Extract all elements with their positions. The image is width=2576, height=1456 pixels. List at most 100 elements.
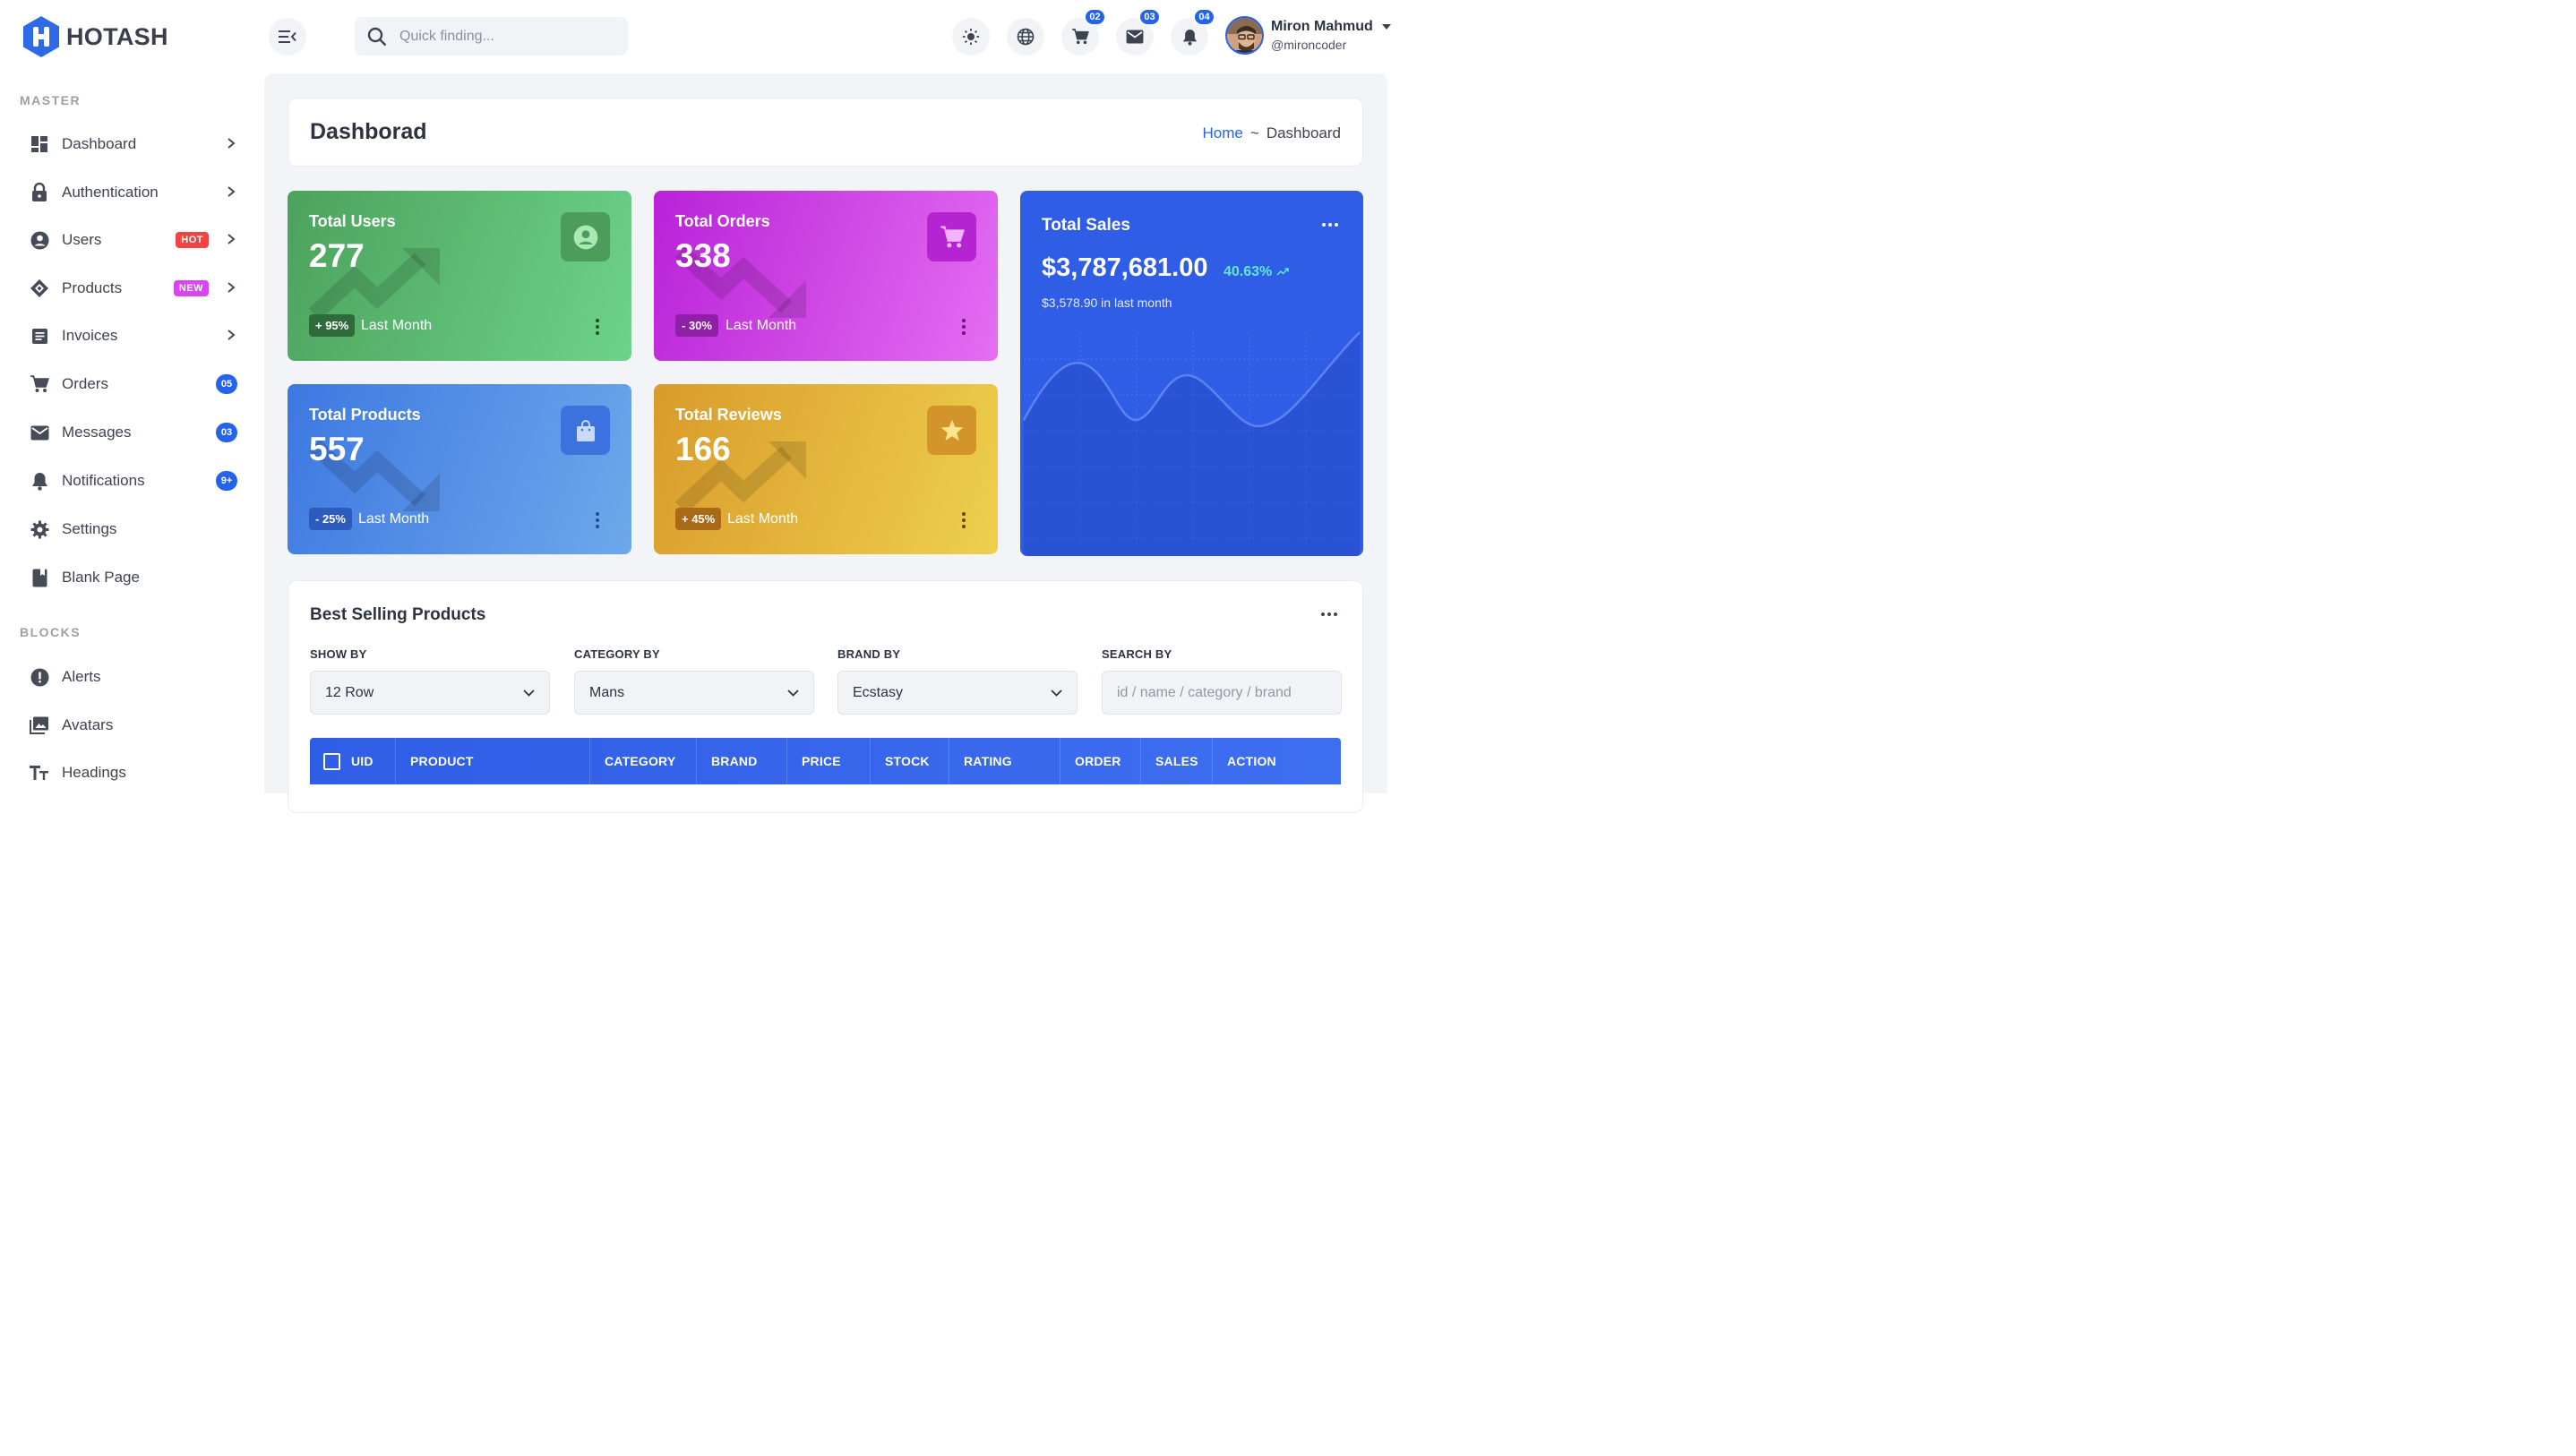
messages-button[interactable]: 03: [1116, 8, 1161, 56]
total-sales-card: Total Sales $3,787,681.00 40.63% $3,578.…: [1020, 191, 1363, 556]
sidebar: HOTASH MASTER Dashboard Authentication U…: [0, 0, 264, 793]
brand-name: HOTASH: [66, 22, 168, 50]
sidebar-item-label: Notifications: [62, 472, 145, 489]
show-by-select[interactable]: 12 Row: [310, 671, 550, 715]
book-icon: [30, 568, 49, 587]
category-by-select[interactable]: Mans: [574, 671, 814, 715]
bell-icon: [30, 471, 49, 491]
trending-up-icon: [1276, 268, 1289, 276]
dashboard-icon: [30, 134, 49, 154]
search-bar: [355, 17, 628, 56]
sidebar-item-users[interactable]: Users HOT: [30, 224, 237, 256]
sidebar-item-messages[interactable]: Messages 03: [30, 416, 237, 449]
column-header-brand[interactable]: BRAND: [696, 738, 786, 784]
brand-by-select[interactable]: Ecstasy: [837, 671, 1078, 715]
stat-change-badge: - 30%: [675, 314, 718, 337]
section-title: Best Selling Products: [310, 605, 486, 624]
brand-by-label: BRAND BY: [837, 647, 901, 661]
section-title-master: MASTER: [20, 93, 82, 107]
breadcrumb-separator: ~: [1249, 124, 1259, 141]
notifications-button[interactable]: 04: [1171, 8, 1215, 56]
logo[interactable]: HOTASH: [21, 15, 168, 58]
column-header-category[interactable]: CATEGORY: [589, 738, 696, 784]
breadcrumb-home-link[interactable]: Home: [1203, 124, 1243, 142]
search-icon: [367, 27, 387, 46]
column-header-stock[interactable]: STOCK: [870, 738, 949, 784]
cart-button[interactable]: 02: [1061, 8, 1106, 56]
page-title: Dashborad: [310, 119, 427, 144]
category-by-label: CATEGORY BY: [574, 647, 660, 661]
sidebar-item-notifications[interactable]: Notifications 9+: [30, 465, 237, 497]
chevron-right-icon: [225, 233, 237, 248]
chevron-right-icon: [225, 137, 237, 152]
more-horizontal-icon[interactable]: [1321, 612, 1337, 616]
user-name: Miron Mahmud: [1271, 19, 1373, 34]
column-header-order[interactable]: ORDER: [1060, 738, 1140, 784]
search-by-label: SEARCH BY: [1102, 647, 1172, 661]
sales-title: Total Sales: [1042, 216, 1130, 235]
sidebar-item-settings[interactable]: Settings: [30, 513, 237, 545]
cart-count-badge: 02: [1084, 8, 1106, 26]
globe-icon: [1017, 28, 1035, 46]
page-header: Dashborad Home ~ Dashboard: [288, 98, 1363, 167]
search-by-field: [1102, 671, 1342, 715]
star-icon: [927, 406, 976, 455]
main-content: Dashborad Home ~ Dashboard Total Users 2…: [264, 73, 1387, 813]
stat-title: Total Reviews: [675, 406, 782, 424]
more-horizontal-icon[interactable]: [1322, 223, 1338, 227]
mail-count-badge: 03: [1138, 8, 1161, 26]
stat-card-total-products: Total Products 557 - 25% Last Month: [288, 384, 631, 554]
search-by-input[interactable]: [1117, 684, 1327, 701]
column-header-price[interactable]: PRICE: [786, 738, 870, 784]
sidebar-item-blank-page[interactable]: Blank Page: [30, 561, 237, 594]
sidebar-item-headings[interactable]: Headings: [30, 757, 237, 789]
bell-count-badge: 04: [1193, 8, 1215, 26]
sidebar-item-authentication[interactable]: Authentication: [30, 176, 237, 209]
column-header-rating[interactable]: RATING: [949, 738, 1060, 784]
stat-period: Last Month: [726, 318, 797, 333]
sidebar-item-label: Alerts: [62, 668, 101, 685]
sales-value: $3,787,681.00: [1042, 253, 1208, 282]
user-profile-menu[interactable]: Miron Mahmud @mironcoder: [1225, 16, 1391, 55]
user-circle-icon: [30, 230, 49, 250]
avatar: [1225, 16, 1264, 55]
sidebar-item-label: Dashboard: [62, 135, 137, 152]
sidebar-item-label: Messages: [62, 424, 132, 441]
notifications-count-badge: 9+: [216, 471, 237, 491]
more-vertical-icon[interactable]: [962, 512, 967, 528]
lock-icon: [30, 183, 49, 202]
theme-toggle-button[interactable]: [952, 18, 990, 56]
stat-card-total-reviews: Total Reviews 166 + 45% Last Month: [654, 384, 998, 554]
best-selling-products-panel: Best Selling Products SHOW BY 12 Row CAT…: [288, 580, 1363, 813]
invoice-icon: [30, 326, 49, 346]
sidebar-item-invoices[interactable]: Invoices: [30, 320, 237, 352]
stat-value: 338: [675, 237, 731, 274]
language-button[interactable]: [1007, 18, 1044, 56]
sidebar-item-label: Orders: [62, 375, 108, 392]
sidebar-item-dashboard[interactable]: Dashboard: [30, 128, 237, 160]
stat-title: Total Orders: [675, 212, 770, 230]
column-header-uid[interactable]: UID: [310, 738, 395, 784]
more-vertical-icon[interactable]: [962, 319, 967, 335]
more-vertical-icon[interactable]: [596, 512, 601, 528]
column-header-action[interactable]: ACTION: [1212, 738, 1341, 784]
stat-change-badge: - 25%: [309, 508, 352, 530]
caret-down-icon: [1381, 24, 1391, 30]
hot-badge: HOT: [176, 232, 209, 248]
select-all-checkbox[interactable]: [323, 752, 340, 770]
sidebar-item-label: Avatars: [62, 716, 114, 733]
sidebar-item-orders[interactable]: Orders 05: [30, 368, 237, 400]
sidebar-toggle-button[interactable]: [269, 18, 306, 56]
messages-count-badge: 03: [216, 423, 237, 442]
sidebar-item-avatars[interactable]: Avatars: [30, 709, 237, 741]
more-vertical-icon[interactable]: [596, 319, 601, 335]
stat-period: Last Month: [358, 511, 430, 527]
search-input[interactable]: [399, 28, 605, 45]
column-header-product[interactable]: PRODUCT: [395, 738, 589, 784]
stat-value: 166: [675, 431, 731, 467]
chevron-down-icon: [787, 689, 799, 697]
sidebar-item-label: Invoices: [62, 327, 118, 344]
column-header-sales[interactable]: SALES: [1140, 738, 1212, 784]
sidebar-item-alerts[interactable]: Alerts: [30, 661, 237, 693]
sidebar-item-products[interactable]: Products NEW: [30, 272, 237, 304]
